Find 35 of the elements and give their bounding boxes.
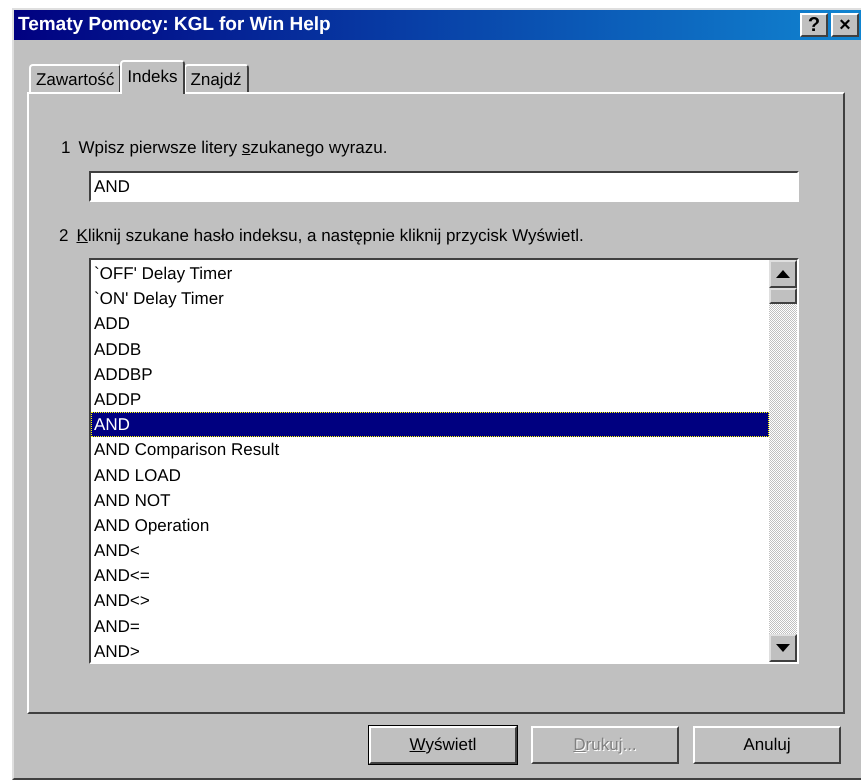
title-bar-button[interactable]: ×	[831, 13, 859, 37]
list-item[interactable]: ADDP	[91, 386, 769, 412]
list-item[interactable]: ADDB	[91, 336, 769, 362]
step-number: 2	[59, 226, 68, 246]
tab[interactable]: Indeks	[120, 60, 185, 94]
list-item[interactable]: AND=	[91, 614, 769, 639]
scrollbar[interactable]	[769, 260, 797, 662]
list-item[interactable]: AND	[91, 412, 769, 438]
list-item[interactable]: ADD	[91, 311, 769, 337]
instruction-label: Wpisz pierwsze litery szukanego wyrazu.	[78, 138, 388, 158]
list-item[interactable]: ADDBP	[91, 362, 769, 387]
list-item[interactable]: AND NOT	[91, 488, 769, 513]
list-item[interactable]: AND>	[91, 638, 769, 664]
list-item[interactable]: AND<=	[91, 563, 769, 588]
tab[interactable]: Znajdź	[184, 64, 249, 92]
list-item[interactable]: AND<>	[91, 588, 769, 614]
instruction-label: Kliknij szukane hasło indeksu, a następnie kliknij przycisk Wyświetl.	[76, 226, 584, 246]
dialog-button[interactable]: Wyświetl	[369, 726, 517, 764]
search-field[interactable]: AND	[89, 171, 799, 202]
scroll-thumb[interactable]	[769, 288, 797, 304]
list-item[interactable]: `OFF' Delay Timer	[91, 261, 769, 286]
list-item[interactable]: AND<	[91, 538, 769, 564]
tab[interactable]: Zawartość	[29, 64, 122, 92]
window-title: Tematy Pomocy: KGL for Win Help	[18, 14, 331, 36]
step-number: 1	[61, 138, 70, 158]
scroll-up-button[interactable]	[769, 260, 797, 288]
scroll-down-button[interactable]	[769, 634, 797, 662]
dialog-button[interactable]: Anuluj	[693, 726, 841, 764]
list-item[interactable]: AND Operation	[91, 512, 769, 538]
list-item[interactable]: AND LOAD	[91, 462, 769, 488]
list-item[interactable]: `ON' Delay Timer	[91, 286, 769, 312]
down-arrow-icon	[776, 644, 790, 652]
title-bar-button[interactable]: ?	[800, 13, 828, 37]
list-item[interactable]: AND Comparison Result	[91, 437, 769, 462]
up-arrow-icon	[776, 270, 790, 278]
